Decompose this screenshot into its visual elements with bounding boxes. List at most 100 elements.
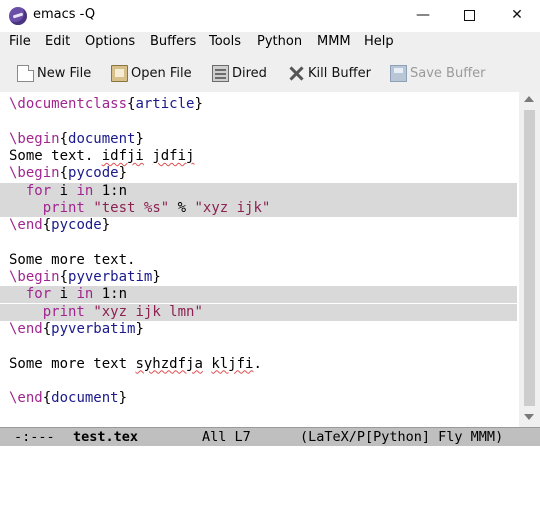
text-token: in xyxy=(76,182,94,199)
editor-line[interactable]: \begin{pycode} xyxy=(0,165,517,182)
text-token: document xyxy=(51,390,119,407)
text-token: \end xyxy=(9,217,43,234)
editor-line[interactable]: Some more text. xyxy=(0,252,517,269)
line-text: print "test %s" % "xyz ijk" xyxy=(0,199,271,216)
major-mode[interactable]: (LaTeX/P[Python] Fly MMM) xyxy=(300,428,503,446)
editor-line[interactable] xyxy=(0,338,517,355)
window-title: emacs -Q xyxy=(33,7,96,22)
save-buffer-button[interactable]: Save Buffer xyxy=(390,62,486,84)
text-token: Some more text. xyxy=(9,251,136,268)
text-token: \documentclass xyxy=(9,96,128,112)
misspelled-word: jdfij xyxy=(152,147,195,164)
line-text: \begin{document} xyxy=(0,131,144,147)
line-text: Some text. idfji jdfij xyxy=(0,148,194,164)
text-token: } xyxy=(118,165,128,182)
menu-python[interactable]: Python xyxy=(257,34,302,49)
open-folder-icon xyxy=(111,64,128,82)
toolbar: New File Open File Dired Kill Buffer Sav… xyxy=(0,54,540,93)
editor-line[interactable] xyxy=(0,373,517,390)
buffer-status: -:--- xyxy=(14,429,55,445)
editor-line[interactable] xyxy=(0,113,517,130)
text-token: } xyxy=(152,269,161,285)
editor-line[interactable]: for i in 1:n xyxy=(0,182,517,200)
text-token: \begin xyxy=(9,165,60,182)
new-file-button[interactable]: New File xyxy=(17,62,91,84)
line-text: \end{document} xyxy=(0,390,127,406)
scroll-thumb[interactable] xyxy=(524,110,535,406)
menu-options[interactable]: Options xyxy=(85,34,135,49)
text-token: { xyxy=(42,390,52,407)
misspelled-word: kljfi xyxy=(211,355,254,372)
text-token: Some text. xyxy=(9,147,102,164)
editor-line[interactable]: \begin{document} xyxy=(0,131,517,148)
line-text: Some more text. xyxy=(0,252,135,268)
text-token: \begin xyxy=(9,269,60,285)
text-token: i xyxy=(51,182,77,199)
text-token: { xyxy=(42,320,52,337)
menu-file[interactable]: File xyxy=(9,34,31,49)
line-text: \begin{pycode} xyxy=(0,165,127,181)
scroll-up-icon[interactable] xyxy=(524,96,534,102)
close-icon: ✕ xyxy=(511,7,523,23)
text-token: "xyz ijk lmn" xyxy=(93,303,203,320)
text-token: 1:n xyxy=(93,286,128,303)
line-text xyxy=(0,113,9,129)
line-text: \end{pycode} xyxy=(0,217,110,233)
close-button[interactable]: ✕ xyxy=(494,0,540,30)
text-token: { xyxy=(59,269,69,285)
open-file-button[interactable]: Open File xyxy=(111,62,192,84)
menu-mmm[interactable]: MMM xyxy=(317,34,351,49)
title-bar: emacs -Q — ✕ xyxy=(0,0,540,32)
emacs-icon xyxy=(9,7,27,25)
vertical-scrollbar[interactable] xyxy=(519,92,540,427)
maximize-button[interactable] xyxy=(446,0,492,30)
save-icon xyxy=(390,64,407,82)
editor-buffer[interactable]: \documentclass{article} \begin{document} S… xyxy=(0,92,519,427)
editor-line[interactable]: for i in 1:n xyxy=(0,286,517,304)
kill-buffer-button[interactable]: Kill Buffer xyxy=(288,62,371,84)
text-token: . xyxy=(253,355,262,372)
text-token: { xyxy=(59,130,69,147)
editor-line[interactable]: \begin{pyverbatim} xyxy=(0,269,517,286)
save-buffer-label: Save Buffer xyxy=(410,65,486,81)
text-token: % xyxy=(169,199,195,216)
buffer-filename[interactable]: test.tex xyxy=(73,428,138,446)
dired-button[interactable]: Dired xyxy=(212,62,267,84)
editor-line[interactable]: \end{pycode} xyxy=(0,217,517,234)
editor-line[interactable]: \end{pyverbatim} xyxy=(0,321,517,338)
menu-buffers[interactable]: Buffers xyxy=(150,34,196,49)
editor-line[interactable] xyxy=(0,234,517,251)
line-text: print "xyz ijk lmn" xyxy=(0,304,203,320)
editor-line[interactable]: \end{document} xyxy=(0,390,517,407)
editor-line[interactable]: print "xyz ijk lmn" xyxy=(0,303,517,321)
text-token: in xyxy=(76,286,94,303)
text-token: "test %s" xyxy=(93,199,170,216)
line-text: for i in 1:n xyxy=(0,183,127,199)
text-token: document xyxy=(68,130,136,147)
menu-edit[interactable]: Edit xyxy=(45,34,70,49)
text-token: Some more text xyxy=(9,355,136,372)
dired-label: Dired xyxy=(232,65,267,81)
text-token: i xyxy=(51,286,77,303)
scroll-down-icon[interactable] xyxy=(524,414,534,420)
maximize-icon xyxy=(463,9,475,21)
editor-line[interactable]: Some more text syhzdfja kljfi. xyxy=(0,356,517,373)
text-token: "xyz ijk" xyxy=(194,199,271,216)
line-text: \end{pyverbatim} xyxy=(0,321,144,337)
text-token: pycode xyxy=(68,165,119,182)
text-token: article xyxy=(135,96,195,112)
text-token: pyverbatim xyxy=(51,320,136,337)
text-token: { xyxy=(59,165,69,182)
menu-tools[interactable]: Tools xyxy=(209,34,241,49)
editor-line[interactable]: \documentclass{article} xyxy=(0,96,517,113)
minimize-button[interactable]: — xyxy=(400,0,446,30)
minibuffer[interactable] xyxy=(0,446,540,463)
editor-line[interactable]: Some text. idfji jdfij xyxy=(0,148,517,165)
text-token: } xyxy=(135,130,144,147)
dired-icon xyxy=(212,64,229,82)
menu-help[interactable]: Help xyxy=(364,34,394,49)
editor-line[interactable]: print "test %s" % "xyz ijk" xyxy=(0,199,517,217)
